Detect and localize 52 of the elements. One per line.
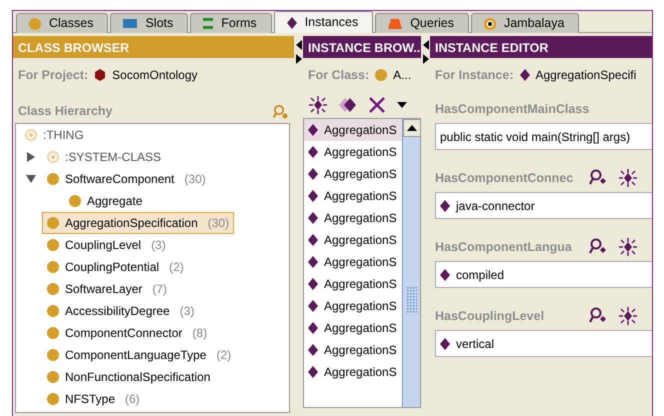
instance-item[interactable]: AggregationS [304,295,402,317]
tree-item[interactable]: NonFunctionalSpecification [42,366,216,388]
project-label: For Project: [18,66,88,84]
value-list[interactable]: vertical [435,330,652,357]
text-field[interactable]: public static void main(String[] args) [435,123,652,150]
class-label: For Class: [308,66,370,84]
project-name: SocomOntology [112,67,198,84]
tree-item[interactable]: :THING [20,124,89,146]
instance-item[interactable]: AggregationS [304,185,402,207]
instance-item[interactable]: AggregationS [304,163,402,185]
tab[interactable]: Classes [16,13,108,33]
tree-item[interactable]: ComponentLanguageType (2) [42,344,236,366]
instance-name: AggregationSpecifi [536,67,636,84]
tab[interactable]: Forms [190,13,272,33]
instance-item[interactable]: AggregationS [304,141,402,163]
tree-item[interactable]: :SYSTEM-CLASS [42,146,166,168]
value-list[interactable]: compiled [435,261,652,288]
panel-title: INSTANCE EDITOR [430,36,652,58]
tree-item[interactable]: AccessibilityDegree (3) [42,300,200,322]
tab[interactable]: Slots [110,13,188,33]
tree-item[interactable]: SoftwareComponent (30) [42,168,211,190]
tree-item[interactable]: AggregationSpecification (30) [42,212,234,234]
tree-item[interactable]: CouplingLevel (3) [42,234,171,256]
tree-item[interactable]: ComponentConnector (8) [42,322,212,344]
instance-item[interactable]: AggregationS [304,119,402,141]
section-label: Class Hierarchy [18,103,113,120]
instance-item[interactable]: AggregationS [304,339,402,361]
instance-label: For Instance: [435,66,514,84]
tab[interactable]: Instances [274,11,374,33]
value-list[interactable]: java-connector [435,192,652,219]
slot-label: HasComponentLangua [435,238,573,256]
value-item[interactable]: java-connector [456,196,535,214]
tab[interactable]: Jambalaya [470,13,580,33]
instance-item[interactable]: AggregationS [304,229,402,251]
instance-item[interactable]: AggregationS [304,317,402,339]
instance-item[interactable]: AggregationS [304,207,402,229]
slot-label: HasCouplingLevel [435,308,546,325]
instance-item[interactable]: AggregationS [304,361,402,383]
value-item[interactable]: vertical [456,334,494,352]
instance-item[interactable]: AggregationS [304,251,402,273]
panel-title: INSTANCE BROW... [303,36,421,58]
tree-item[interactable]: SoftwareLayer (7) [42,278,172,300]
slot-label: HasComponentConnec [435,170,574,187]
tree-item[interactable]: CouplingPotential (2) [42,256,189,278]
panel-title: CLASS BROWSER [13,36,294,58]
tree-item[interactable]: NFSType (6) [42,388,145,410]
instance-item[interactable]: AggregationS [304,273,402,295]
tree-item[interactable]: Aggregate [64,190,148,212]
value-item[interactable]: compiled [456,266,504,284]
tab[interactable]: Queries [375,13,469,33]
slot-label: HasComponentMainClass [435,100,590,118]
class-name: A... [393,67,412,84]
